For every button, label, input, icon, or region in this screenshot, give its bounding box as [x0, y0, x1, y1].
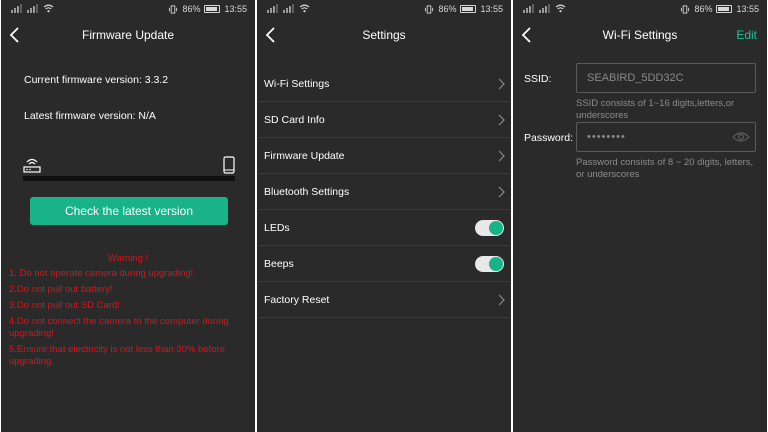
ssid-label: SSID:: [524, 73, 552, 85]
chevron-right-icon: [498, 186, 505, 198]
status-bar: 86% 13:55: [257, 0, 511, 20]
signal-icon: [11, 4, 22, 13]
settings-screen: 86% 13:55 Settings Wi-Fi Settings SD Car…: [257, 0, 511, 432]
signal-icon: [283, 4, 294, 13]
battery-icon: [460, 5, 477, 13]
progress-bar: [23, 176, 235, 181]
battery-icon: [716, 5, 733, 13]
firmware-update-screen: 86% 13:55 Firmware Update Current firmwa…: [1, 0, 255, 432]
vibrate-icon: [425, 4, 434, 14]
toggle-knob: [489, 257, 503, 271]
settings-item-label: LEDs: [264, 222, 290, 234]
settings-item-sd-card-info[interactable]: SD Card Info: [257, 102, 511, 138]
ssid-hint: SSID consists of 1~16 digits,letters,or …: [576, 98, 735, 121]
settings-item-bluetooth[interactable]: Bluetooth Settings: [257, 174, 511, 210]
check-latest-version-button[interactable]: Check the latest version: [30, 197, 228, 225]
page-title: Firmware Update: [81, 28, 175, 42]
router-icon: [23, 158, 41, 173]
settings-item-beeps: Beeps: [257, 246, 511, 282]
wifi-icon: [555, 4, 566, 13]
warning-item: 2.Do not pull out battery!: [9, 284, 113, 295]
settings-item-firmware-update[interactable]: Firmware Update: [257, 138, 511, 174]
status-bar: 86% 13:55: [513, 0, 767, 20]
phone-icon: [223, 156, 235, 174]
settings-item-label: Wi-Fi Settings: [264, 78, 330, 90]
settings-item-label: Factory Reset: [264, 294, 330, 306]
settings-item-leds: LEDs: [257, 210, 511, 246]
wifi-icon: [299, 4, 310, 13]
vibrate-icon: [681, 4, 690, 14]
signal-icon: [267, 4, 278, 13]
settings-item-wifi[interactable]: Wi-Fi Settings: [257, 66, 511, 102]
clock: 13:55: [736, 4, 759, 14]
page-title: Wi-Fi Settings: [602, 28, 678, 42]
chevron-right-icon: [498, 78, 505, 90]
clock: 13:55: [224, 4, 247, 14]
warning-item: 4.Do not connect the camera to the compu…: [9, 316, 229, 339]
settings-item-label: Firmware Update: [264, 150, 345, 162]
signal-icon: [27, 4, 38, 13]
clock: 13:55: [480, 4, 503, 14]
toggle-knob: [489, 221, 503, 235]
wifi-icon: [43, 4, 54, 13]
signal-icon: [539, 4, 550, 13]
leds-toggle[interactable]: [475, 220, 504, 236]
battery-percent: 86%: [438, 4, 457, 14]
header: Settings: [257, 20, 511, 52]
chevron-right-icon: [498, 150, 505, 162]
settings-item-label: Bluetooth Settings: [264, 186, 350, 198]
firmware-transfer-indicator: [23, 156, 235, 182]
edit-button[interactable]: Edit: [736, 28, 757, 42]
wifi-settings-screen: 86% 13:55 Wi-Fi Settings Edit SSID: SEAB…: [513, 0, 767, 432]
signal-icon: [523, 4, 534, 13]
ssid-field[interactable]: SEABIRD_5DD32C: [576, 63, 756, 93]
status-bar: 86% 13:55: [1, 0, 255, 20]
chevron-right-icon: [498, 294, 505, 306]
latest-firmware-version: Latest firmware version: N/A: [24, 110, 156, 122]
warning-item: 3.Do not pull out SD Card!: [9, 300, 120, 311]
battery-icon: [204, 5, 221, 13]
password-label: Password:: [524, 132, 574, 144]
header: Firmware Update: [1, 20, 255, 52]
settings-list: Wi-Fi Settings SD Card Info Firmware Upd…: [257, 66, 511, 318]
warning-item: 1. Do not operate camera during upgradin…: [9, 268, 194, 279]
chevron-right-icon: [498, 114, 505, 126]
vibrate-icon: [169, 4, 178, 14]
password-field[interactable]: ••••••••: [576, 122, 756, 152]
settings-item-label: SD Card Info: [264, 114, 325, 126]
password-hint: Password consists of 8 ~ 20 digits, lett…: [576, 157, 754, 180]
header: Wi-Fi Settings Edit: [513, 20, 767, 52]
current-firmware-version: Current firmware version: 3.3.2: [24, 74, 169, 86]
beeps-toggle[interactable]: [475, 256, 504, 272]
eye-icon[interactable]: [732, 131, 750, 143]
battery-percent: 86%: [694, 4, 713, 14]
battery-percent: 86%: [182, 4, 201, 14]
settings-item-label: Beeps: [264, 258, 294, 270]
warning-list: 1. Do not operate camera during upgradin…: [9, 268, 245, 372]
warning-item: 5.Ensure that electricity is not less th…: [9, 344, 225, 367]
settings-item-factory-reset[interactable]: Factory Reset: [257, 282, 511, 318]
warning-title: Warning !: [107, 253, 149, 264]
page-title: Settings: [362, 28, 406, 42]
